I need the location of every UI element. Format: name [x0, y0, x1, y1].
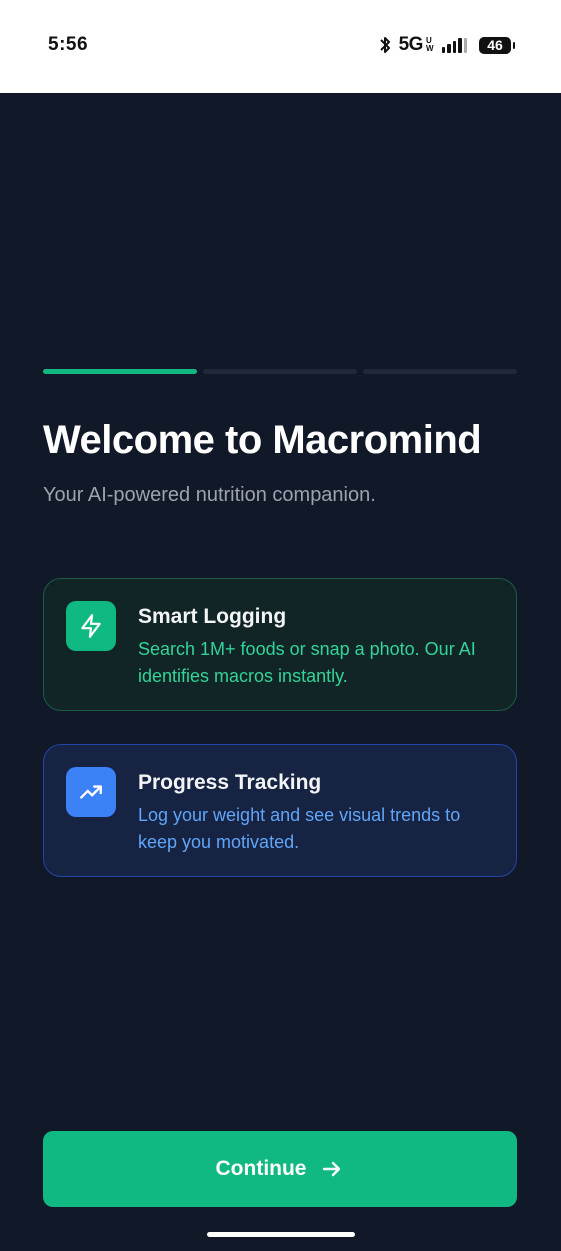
progress-step-3	[363, 369, 517, 374]
progress-step-2	[203, 369, 357, 374]
feature-card-smart-logging: Smart Logging Search 1M+ foods or snap a…	[43, 578, 517, 711]
page-title: Welcome to Macromind	[43, 418, 482, 462]
lightning-icon	[66, 601, 116, 651]
network-subtype: U W	[425, 36, 434, 53]
status-icons: 5G U W 46	[377, 33, 515, 57]
network-type: 5G	[398, 34, 424, 55]
continue-label: Continue	[215, 1157, 307, 1180]
status-time: 5:56	[48, 34, 89, 55]
onboarding-progress	[43, 369, 517, 374]
status-bar: 5:56 5G U W 46	[0, 0, 561, 93]
trending-up-icon	[66, 767, 116, 817]
continue-button[interactable]: Continue	[43, 1131, 517, 1207]
page-subtitle: Your AI-powered nutrition companion.	[43, 484, 376, 506]
battery-icon: 46	[479, 36, 515, 54]
feature-description: Log your weight and see visual trends to…	[138, 805, 461, 852]
battery-level: 46	[487, 37, 503, 53]
feature-card-progress-tracking: Progress Tracking Log your weight and se…	[43, 744, 517, 877]
home-indicator[interactable]	[207, 1232, 355, 1237]
feature-title: Progress Tracking	[138, 771, 322, 794]
arrow-right-icon	[323, 1161, 341, 1177]
feature-title: Smart Logging	[138, 605, 287, 628]
bluetooth-icon	[379, 37, 390, 53]
signal-icon	[441, 37, 467, 53]
feature-description: Search 1M+ foods or snap a photo. Our AI…	[138, 639, 476, 686]
progress-step-1	[43, 369, 197, 374]
